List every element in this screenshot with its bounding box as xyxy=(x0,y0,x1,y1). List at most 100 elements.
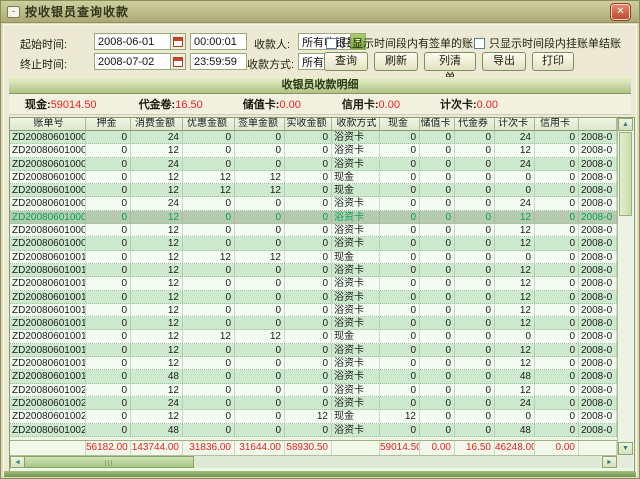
column-header[interactable]: 储值卡 xyxy=(420,118,455,130)
table-cell: ZD200806010002 xyxy=(10,144,86,156)
table-cell: 12 xyxy=(235,171,285,183)
window-bottom-edge xyxy=(4,471,636,477)
table-row[interactable]: ZD200806010012012000浴资卡0001202008-0 xyxy=(10,277,617,290)
table-cell: 12 xyxy=(235,251,285,263)
table-cell: 0 xyxy=(535,291,579,303)
table-row[interactable]: ZD200806010008012000浴资卡0001202008-0 xyxy=(10,224,617,237)
table-row[interactable]: ZD200806010002012000浴资卡0001202008-0 xyxy=(10,144,617,157)
table-row[interactable]: ZD200806010013012000浴资卡0001202008-0 xyxy=(10,291,617,304)
query-button[interactable]: 查询 xyxy=(324,52,368,71)
print-button[interactable]: 打印 xyxy=(532,52,574,71)
table-cell: 0 xyxy=(455,131,495,143)
table-row[interactable]: ZD200806010023048000浴资卡0004802008-0 xyxy=(10,424,617,437)
table-row[interactable]: ZD20080601001601212120现金000002008-0 xyxy=(10,330,617,343)
table-cell: 0 xyxy=(420,384,455,396)
table-cell: 24 xyxy=(495,158,535,170)
table-cell: 0 xyxy=(455,291,495,303)
table-cell: 0 xyxy=(235,277,285,289)
close-icon[interactable]: ✕ xyxy=(611,4,630,20)
column-header[interactable]: 押金 xyxy=(86,118,131,130)
column-header[interactable]: 代金券 xyxy=(455,118,495,130)
scroll-down-icon[interactable]: ▼ xyxy=(618,442,633,455)
table-row[interactable]: ZD200806010014012000浴资卡0001202008-0 xyxy=(10,304,617,317)
refresh-button[interactable]: 刷新 xyxy=(374,52,418,71)
summary-stored-card-value: 0.00 xyxy=(279,99,300,111)
column-header[interactable]: 签单金额 xyxy=(235,118,285,130)
table-cell: 12 xyxy=(131,304,183,316)
table-row[interactable]: ZD200806010007012000浴资卡0001202008-0 xyxy=(10,211,617,224)
table-row[interactable]: ZD200806010011012000浴资卡0001202008-0 xyxy=(10,264,617,277)
column-header[interactable]: 现金 xyxy=(380,118,420,130)
table-cell: 0 xyxy=(455,184,495,196)
column-header[interactable]: 消费金额 xyxy=(131,118,183,130)
table-cell: 0 xyxy=(86,211,131,223)
table-cell: 0 xyxy=(183,277,235,289)
list-button[interactable]: 列清单 xyxy=(424,52,476,71)
table-cell: 12 xyxy=(131,237,183,249)
scroll-left-icon[interactable]: ◄ xyxy=(10,456,25,468)
column-header[interactable]: 计次卡 xyxy=(495,118,535,130)
vertical-scrollbar[interactable]: ▲ ▼ xyxy=(617,118,633,455)
column-header[interactable]: 账单号 xyxy=(10,118,86,130)
table-cell: 2008-0 xyxy=(579,424,617,436)
scroll-right-icon[interactable]: ► xyxy=(602,456,617,468)
table-row[interactable]: ZD200806010003024000浴资卡0002402008-0 xyxy=(10,158,617,171)
checkbox-pending-bills[interactable]: 只显示时间段内挂账单结账 xyxy=(474,35,621,51)
table-cell: 浴资卡 xyxy=(332,131,380,143)
table-cell: 0 xyxy=(455,211,495,223)
table-cell: 0 xyxy=(380,384,420,396)
table-cell: 浴资卡 xyxy=(332,264,380,276)
start-time-input[interactable]: 00:00:01 xyxy=(190,33,247,50)
column-header[interactable]: 优惠金额 xyxy=(183,118,235,130)
table-cell: 0 xyxy=(86,410,131,422)
table-row[interactable]: ZD200806010006024000浴资卡0002402008-0 xyxy=(10,197,617,210)
end-time-input[interactable]: 23:59:59 xyxy=(190,53,247,70)
totals-cell: 59014.50 xyxy=(380,441,420,455)
checkbox-signed-bills[interactable]: 只显示时间段内有签单的账单 xyxy=(326,35,484,51)
table-cell: ZD200806010008 xyxy=(10,224,86,236)
column-header[interactable]: 实收金额 xyxy=(285,118,332,130)
table-cell: 12 xyxy=(131,264,183,276)
table-row[interactable]: ZD200806010001024000浴资卡0002402008-0 xyxy=(10,131,617,144)
table-row[interactable]: ZD200806010019048000浴资卡0004802008-0 xyxy=(10,370,617,383)
table-cell: 0 xyxy=(455,424,495,436)
scroll-up-icon[interactable]: ▲ xyxy=(618,118,633,131)
table-cell: 0 xyxy=(535,304,579,316)
table-cell: 0 xyxy=(285,197,332,209)
vertical-scroll-thumb[interactable] xyxy=(619,132,632,216)
table-cell: 0 xyxy=(380,304,420,316)
column-header[interactable]: 收款方式 xyxy=(332,118,380,130)
table-row[interactable]: ZD2008060100220120012现金1200002008-0 xyxy=(10,410,617,423)
column-header[interactable]: 信用卡 xyxy=(535,118,579,130)
table-cell: 浴资卡 xyxy=(332,424,380,436)
table-cell: 2008-0 xyxy=(579,330,617,342)
summary-count-card-value: 0.00 xyxy=(477,99,498,111)
table-row[interactable]: ZD200806010015012000浴资卡0001202008-0 xyxy=(10,317,617,330)
table-cell: 2008-0 xyxy=(579,211,617,223)
table-cell: 2008-0 xyxy=(579,264,617,276)
table-cell: 0 xyxy=(535,384,579,396)
end-calendar-icon[interactable] xyxy=(170,54,185,69)
table-cell: 0 xyxy=(420,251,455,263)
column-header[interactable] xyxy=(579,118,617,130)
table-row[interactable]: ZD20080601000501212120现金000002008-0 xyxy=(10,184,617,197)
horizontal-scrollbar[interactable]: ◄ ► xyxy=(10,455,617,468)
table-row[interactable]: ZD200806010020012000浴资卡0001202008-0 xyxy=(10,384,617,397)
table-row[interactable]: ZD20080601000401212120现金000002008-0 xyxy=(10,171,617,184)
horizontal-scroll-thumb[interactable] xyxy=(24,456,194,468)
table-cell: 0 xyxy=(535,131,579,143)
table-row[interactable]: ZD200806010009012000浴资卡0001202008-0 xyxy=(10,237,617,250)
table-cell: 12 xyxy=(495,344,535,356)
start-calendar-icon[interactable] xyxy=(170,34,185,49)
table-row[interactable]: ZD20080601001001212120现金000002008-0 xyxy=(10,251,617,264)
table-cell: 0 xyxy=(455,158,495,170)
start-date-input[interactable]: 2008-06-01 xyxy=(94,33,186,50)
end-date-input[interactable]: 2008-07-02 xyxy=(94,53,186,70)
table-row[interactable]: ZD200806010018012000浴资卡0001202008-0 xyxy=(10,357,617,370)
table-cell: 0 xyxy=(455,330,495,342)
table-cell: 0 xyxy=(420,330,455,342)
table-cell: 0 xyxy=(285,211,332,223)
table-row[interactable]: ZD200806010021024000浴资卡0002402008-0 xyxy=(10,397,617,410)
export-button[interactable]: 导出 xyxy=(482,52,526,71)
table-row[interactable]: ZD200806010017012000浴资卡0001202008-0 xyxy=(10,344,617,357)
